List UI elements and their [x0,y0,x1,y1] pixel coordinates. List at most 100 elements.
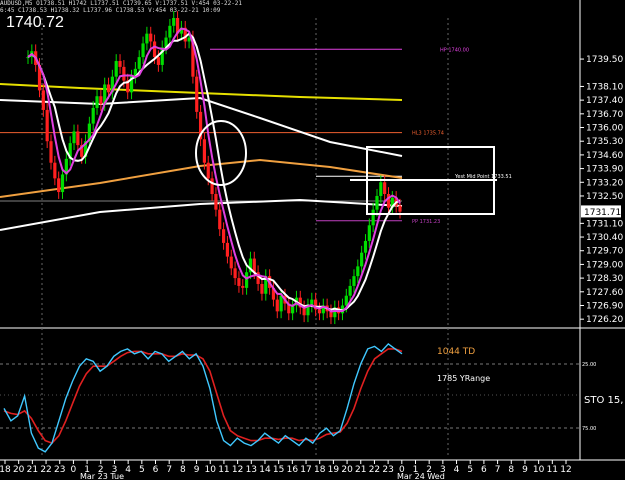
candle-body [168,25,172,38]
candle-body [137,57,141,69]
ma-white-long-line [0,198,403,231]
candle-body [244,272,249,288]
candle-body [41,90,45,110]
candle-body [344,295,348,306]
candle-body [221,229,226,243]
x-tick-label: 15 [273,465,284,475]
candle-body [91,107,95,124]
x-tick-label: 4 [454,465,460,475]
y-tick-label: 1729.00 [586,260,623,270]
x-tick-label: 6 [153,465,159,475]
y-tick-label: 1731.10 [586,219,623,229]
candle-body [172,18,176,26]
candle-body [95,96,99,108]
x-tick-label: 23 [382,465,393,475]
candle-body [233,268,237,279]
x-tick-label: 16 [287,465,299,475]
candle-body [214,194,218,210]
x-tick-label: 19 [328,465,340,475]
candle-body [118,61,122,67]
yrange-label: 1785 YRange [437,374,490,383]
candle-body [149,33,153,42]
current-price-label: 1731.71 [584,208,621,218]
candle-body [317,309,322,314]
candle-body [145,33,149,44]
candle-body [72,131,76,144]
candle-body [106,84,111,93]
candle-body [375,195,379,210]
candle-body [156,57,160,65]
y-tick-label: 1739.50 [586,55,623,65]
y-tick-label: 1728.30 [586,274,623,284]
y-tick-label: 1733.20 [586,178,623,188]
candle-body [49,141,53,163]
x-tick-label: 14 [259,465,271,475]
x-tick-label: 21 [27,465,38,475]
oscillator-level-label: 25.00 [582,362,596,368]
x-tick-label: 12 [560,465,571,475]
y-tick-label: 1729.70 [586,247,623,257]
candle-body [279,295,283,312]
x-tick-label: 11 [218,465,229,475]
y-tick-label: 1732.50 [586,192,623,202]
y-tick-label: 1736.00 [586,124,623,134]
y-tick-label: 1726.90 [586,301,623,311]
x-tick-label: 7 [495,465,501,475]
candle-body [360,252,364,267]
level-label: PP 1731.23 [412,219,440,225]
candle-body [379,182,383,196]
candle-body [398,205,402,212]
candle-body [60,174,65,193]
candle-body [206,162,210,179]
candle-body [241,285,245,288]
candle-body [218,209,222,230]
oscillator-level-label: 75.00 [582,426,596,432]
td-label: 1044 TD [437,347,475,357]
level-label: HP 1740.00 [440,47,469,53]
x-tick-label: 22 [40,465,51,475]
candle-body [195,76,199,112]
candle-body [352,276,356,286]
x-tick-label: 0 [71,465,77,475]
x-tick-label: 7 [166,465,172,475]
x-tick-label: 17 [300,465,311,475]
candle-body [99,96,103,105]
y-tick-label: 1737.40 [586,96,623,106]
candle-body [367,225,371,241]
x-tick-label: 10 [205,465,217,475]
y-tick-label: 1736.70 [586,110,623,120]
y-tick-label: 1738.10 [586,82,623,92]
candle-body [114,61,118,77]
x-tick-label: 18 [314,465,326,475]
x-tick-label: 5 [467,465,473,475]
candle-body [53,162,57,179]
level-label: HL3 1735.74 [412,131,444,137]
x-tick-label: 20 [341,465,353,475]
candle-body [152,41,157,58]
x-tick-label: 9 [522,465,528,475]
x-tick-label: 21 [355,465,366,475]
y-tick-label: 1733.90 [586,165,623,175]
y-tick-label: 1727.60 [586,288,623,298]
candle-body [45,109,49,142]
price-chart[interactable]: 1739.50 1738.10 1737.40 1736.70 1736.00 1735.… [0,0,625,480]
candle-body [363,240,368,253]
candle-body [260,283,264,294]
date-label: Mar 24 Wed [397,472,445,480]
candle-body [141,43,145,58]
stoch-signal-line [3,348,403,445]
x-tick-label: 22 [369,465,380,475]
candle-body [225,242,230,257]
x-tick-label: 9 [194,465,200,475]
sto-label: STO 15, [584,395,623,406]
x-tick-label: 5 [139,465,145,475]
candle-body [76,131,80,146]
y-tick-label: 1730.40 [586,233,623,243]
x-tick-label: 13 [246,465,257,475]
x-tick-label: 8 [508,465,514,475]
candle-body [122,66,126,81]
y-tick-label: 1726.20 [586,315,623,325]
candle-body [371,209,375,226]
x-tick-label: 6 [481,465,487,475]
x-tick-label: 20 [13,465,25,475]
